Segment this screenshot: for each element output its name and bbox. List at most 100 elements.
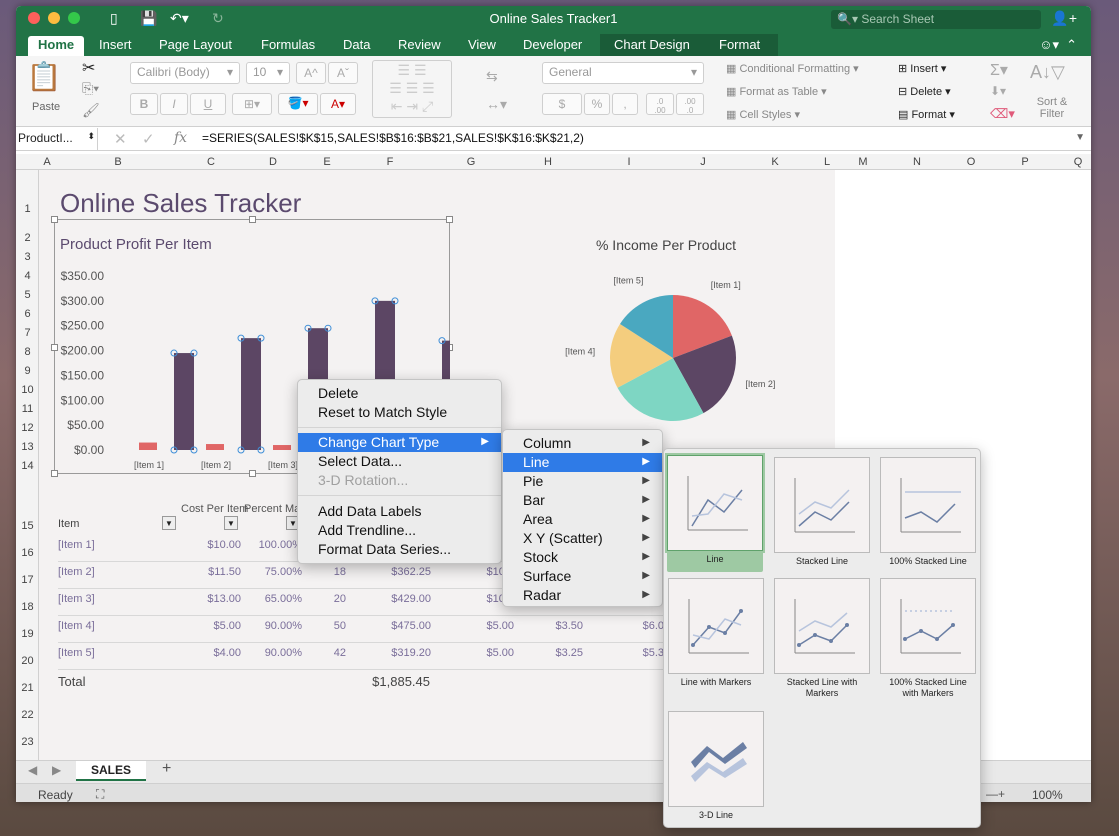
bold-button[interactable]: B	[130, 93, 158, 115]
column-header[interactable]: F	[350, 156, 430, 168]
column-header[interactable]: I	[584, 156, 674, 168]
name-box[interactable]: ProductI... ⬍	[16, 128, 98, 150]
tab-review[interactable]: Review	[398, 37, 441, 52]
autosum-icon[interactable]: Σ▾	[990, 60, 1008, 80]
row-header[interactable]: 11	[16, 403, 39, 415]
row-header[interactable]: 2	[16, 232, 39, 244]
tab-format[interactable]: Format	[719, 37, 760, 52]
row-header[interactable]: 1	[16, 203, 39, 215]
row-header[interactable]: 15	[16, 520, 39, 532]
font-color-button[interactable]: A▾	[320, 93, 356, 115]
row-header[interactable]: 4	[16, 270, 39, 282]
next-sheet-icon[interactable]: ▶	[52, 763, 61, 777]
format-as-table-button[interactable]: ▦ Format as Table ▾	[726, 85, 827, 98]
tab-page-layout[interactable]: Page Layout	[159, 37, 232, 52]
row-header[interactable]: 7	[16, 327, 39, 339]
row-header[interactable]: 19	[16, 628, 39, 640]
tab-formulas[interactable]: Formulas	[261, 37, 315, 52]
enter-icon[interactable]: ✓	[142, 130, 155, 148]
alignment-buttons[interactable]: ☰ ☰ ☰ ☰ ☰ ⇤ ⇥ ⤢	[372, 60, 452, 118]
column-header[interactable]: H	[512, 156, 584, 168]
column-header[interactable]: Q	[1052, 156, 1091, 168]
zoom-slider[interactable]: —+	[986, 787, 1005, 801]
row-header[interactable]: 20	[16, 655, 39, 667]
currency-button[interactable]: $	[542, 93, 582, 115]
chart-type-line[interactable]: Line ▶	[503, 453, 662, 472]
chart-type-stock[interactable]: Stock ▶	[503, 548, 662, 567]
row-header[interactable]: 23	[16, 736, 39, 748]
column-header[interactable]: J	[674, 156, 732, 168]
delete-cells-button[interactable]: ⊟ Delete ▾	[898, 85, 951, 98]
gallery-stacked-line-markers[interactable]: Stacked Line with Markers	[774, 578, 870, 699]
gallery-3d-line[interactable]: 3-D Line	[668, 711, 764, 821]
sort-filter-label[interactable]: Sort & Filter	[1032, 96, 1072, 120]
clear-icon[interactable]: ⌫▾	[990, 106, 1015, 122]
underline-button[interactable]: U	[190, 93, 226, 115]
filter-dropdown-icon[interactable]: ▼	[162, 516, 176, 530]
gallery-line[interactable]: Line	[667, 455, 763, 572]
wrap-text-icon[interactable]: ⇆	[486, 68, 498, 85]
row-header[interactable]: 14	[16, 460, 39, 472]
search-sheet-input[interactable]: 🔍▾ Search Sheet	[831, 10, 1041, 29]
column-header[interactable]: G	[430, 156, 512, 168]
menu-item-select-data[interactable]: Select Data...	[298, 452, 501, 471]
collapse-ribbon-icon[interactable]: ⌃	[1066, 37, 1077, 53]
font-name-select[interactable]: Calibri (Body) ▾	[130, 62, 240, 84]
zoom-level[interactable]: 100%	[1032, 788, 1063, 802]
gallery-stacked-line[interactable]: Stacked Line	[774, 457, 870, 567]
tab-insert[interactable]: Insert	[99, 37, 132, 52]
tab-data[interactable]: Data	[343, 37, 370, 52]
column-header[interactable]: D	[242, 156, 304, 168]
menu-item-reset-style[interactable]: Reset to Match Style	[298, 403, 501, 422]
menu-item-add-data-labels[interactable]: Add Data Labels	[298, 502, 501, 521]
row-header[interactable]: 8	[16, 346, 39, 358]
column-header[interactable]: P	[998, 156, 1052, 168]
prev-sheet-icon[interactable]: ◀	[28, 763, 37, 777]
comma-button[interactable]: ,	[612, 93, 638, 115]
column-header[interactable]: M	[836, 156, 890, 168]
row-header[interactable]: 9	[16, 365, 39, 377]
share-user-icon[interactable]: 👤+	[1051, 10, 1077, 27]
sheet-title[interactable]: Online Sales Tracker	[60, 188, 301, 219]
clipboard-icon[interactable]: 📋	[26, 60, 62, 100]
menu-item-format-data-series[interactable]: Format Data Series...	[298, 540, 501, 559]
chart-type-bar[interactable]: Bar ▶	[503, 491, 662, 510]
macro-record-icon[interactable]: ⛶	[96, 787, 104, 802]
chart-type-column[interactable]: Column ▶	[503, 434, 662, 453]
format-painter-icon[interactable]: 🖌	[82, 102, 100, 119]
row-header[interactable]: 21	[16, 682, 39, 694]
insert-cells-button[interactable]: ⊞ Insert ▾	[898, 62, 946, 75]
tab-view[interactable]: View	[468, 37, 496, 52]
percent-button[interactable]: %	[584, 93, 610, 115]
decrease-font-button[interactable]: Aˇ	[328, 62, 358, 84]
cell-styles-button[interactable]: ▦ Cell Styles ▾	[726, 108, 800, 121]
function-icon[interactable]: fx	[174, 130, 187, 146]
row-header[interactable]: 6	[16, 308, 39, 320]
expand-formula-icon[interactable]: ▼	[1075, 132, 1085, 143]
increase-decimal-button[interactable]: .0.00	[646, 93, 674, 115]
tab-home[interactable]: Home	[28, 36, 85, 56]
copy-icon[interactable]: ⎘▾	[82, 80, 99, 97]
column-header[interactable]: L	[818, 156, 836, 168]
filter-dropdown-icon[interactable]: ▼	[224, 516, 238, 530]
number-format-select[interactable]: General ▾	[542, 62, 704, 84]
column-header[interactable]: C	[180, 156, 242, 168]
chart-type-area[interactable]: Area ▶	[503, 510, 662, 529]
tab-developer[interactable]: Developer	[523, 37, 582, 52]
row-header[interactable]: 3	[16, 251, 39, 263]
increase-font-button[interactable]: A^	[296, 62, 326, 84]
gallery-100-stacked-line-markers[interactable]: 100% Stacked Line with Markers	[880, 578, 976, 699]
row-header[interactable]: 17	[16, 574, 39, 586]
menu-item-delete[interactable]: Delete	[298, 384, 501, 403]
chart-type-surface[interactable]: Surface ▶	[503, 567, 662, 586]
format-cells-button[interactable]: ▤ Format ▾	[898, 108, 955, 121]
cancel-icon[interactable]: ✕	[114, 130, 127, 148]
add-sheet-button[interactable]: +	[162, 760, 171, 778]
italic-button[interactable]: I	[160, 93, 188, 115]
menu-item-change-chart-type[interactable]: Change Chart Type ▶	[298, 433, 501, 452]
column-header[interactable]: B	[56, 156, 180, 168]
row-header[interactable]: 10	[16, 384, 39, 396]
gallery-100-stacked-line[interactable]: 100% Stacked Line	[880, 457, 976, 567]
borders-button[interactable]: ⊞▾	[232, 93, 272, 115]
sort-filter-icon[interactable]: A↓▽	[1030, 62, 1065, 83]
